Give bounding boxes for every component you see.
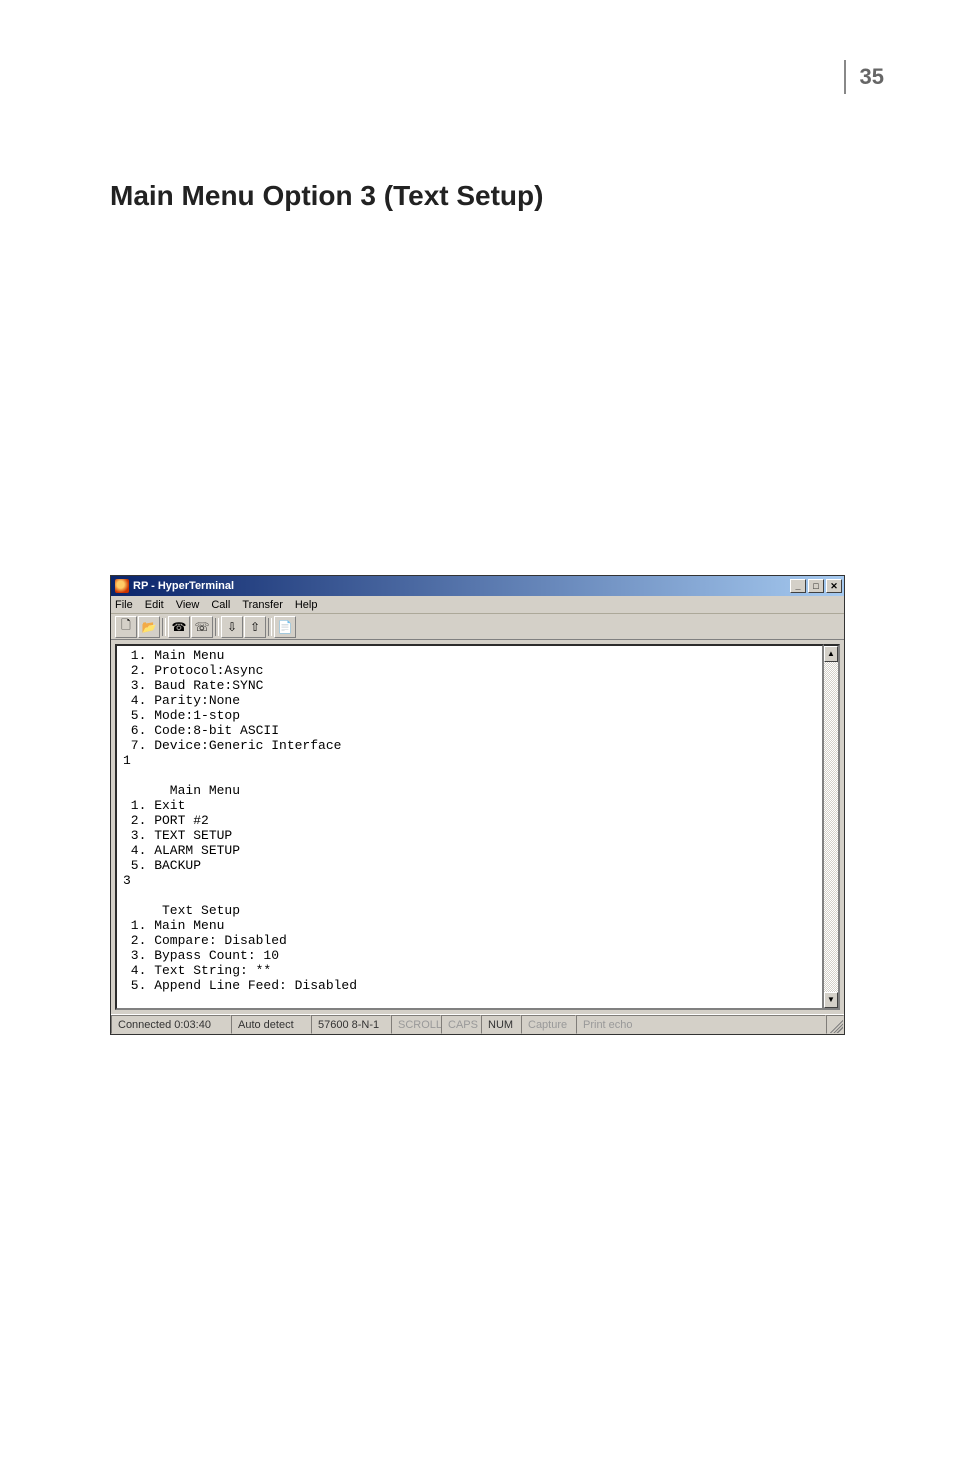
resize-grip-icon[interactable] (826, 1015, 844, 1034)
toolbar-separator (267, 616, 273, 638)
close-button[interactable]: ✕ (826, 579, 842, 593)
status-echo: Print echo (576, 1015, 826, 1034)
phone-icon[interactable]: ☎ (168, 616, 190, 638)
status-connected: Connected 0:03:40 (111, 1015, 231, 1034)
toolbar-separator (214, 616, 220, 638)
minimize-button[interactable]: _ (790, 579, 806, 593)
scroll-track[interactable] (824, 662, 838, 992)
maximize-button[interactable]: □ (808, 579, 824, 593)
hyperterminal-window: RP - HyperTerminal _ □ ✕ File Edit View … (110, 575, 845, 1035)
page-number: 35 (844, 60, 894, 94)
status-caps: CAPS (441, 1015, 481, 1034)
menu-help[interactable]: Help (295, 599, 318, 611)
page-title: Main Menu Option 3 (Text Setup) (110, 180, 543, 212)
menu-transfer[interactable]: Transfer (242, 599, 283, 611)
receive-icon[interactable]: ⇧ (244, 616, 266, 638)
toolbar-separator (161, 616, 167, 638)
menu-file[interactable]: File (115, 599, 133, 611)
status-scroll: SCROLL (391, 1015, 441, 1034)
menubar: File Edit View Call Transfer Help (111, 596, 844, 614)
statusbar: Connected 0:03:40 Auto detect 57600 8-N-… (111, 1014, 844, 1034)
new-doc-icon[interactable]: 🗋 (115, 616, 137, 638)
send-icon[interactable]: ⇩ (221, 616, 243, 638)
menu-edit[interactable]: Edit (145, 599, 164, 611)
terminal-output[interactable]: 1. Main Menu 2. Protocol:Async 3. Baud R… (115, 644, 824, 1010)
properties-icon[interactable]: 📄 (274, 616, 296, 638)
scroll-down-icon[interactable]: ▼ (824, 992, 838, 1008)
status-detect: Auto detect (231, 1015, 311, 1034)
menu-call[interactable]: Call (211, 599, 230, 611)
vertical-scrollbar[interactable]: ▲ ▼ (824, 644, 840, 1010)
app-icon (115, 579, 129, 593)
open-icon[interactable]: 📂 (138, 616, 160, 638)
status-num: NUM (481, 1015, 521, 1034)
titlebar: RP - HyperTerminal _ □ ✕ (111, 576, 844, 596)
status-capture: Capture (521, 1015, 576, 1034)
toolbar: 🗋 📂 ☎ ☏ ⇩ ⇧ 📄 (111, 614, 844, 640)
window-title: RP - HyperTerminal (133, 580, 234, 592)
status-port: 57600 8-N-1 (311, 1015, 391, 1034)
menu-view[interactable]: View (176, 599, 200, 611)
scroll-up-icon[interactable]: ▲ (824, 646, 838, 662)
hangup-icon[interactable]: ☏ (191, 616, 213, 638)
